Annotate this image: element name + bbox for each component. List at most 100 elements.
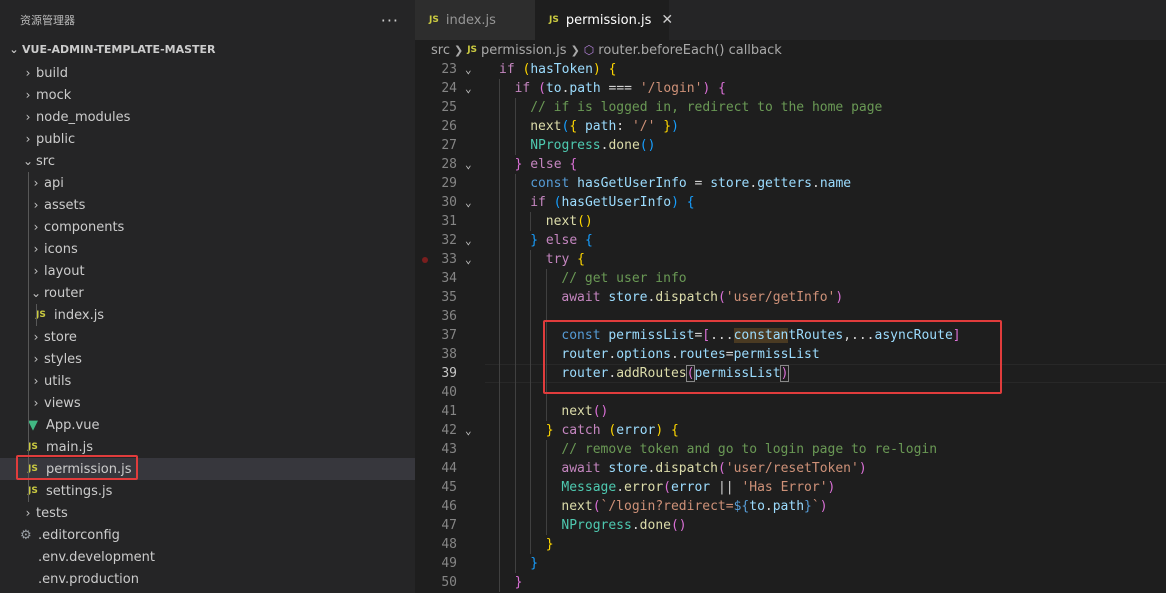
code-line[interactable]: 42 ⌄} catch (error) { (415, 421, 1166, 440)
tab-label: index.js (445, 12, 496, 28)
code-line[interactable]: 49} (415, 554, 1166, 573)
tree-item-label: App.vue (46, 417, 100, 433)
tree-folder-icons[interactable]: › icons (0, 238, 415, 260)
code-line[interactable]: 47 NProgress.done() (415, 516, 1166, 535)
code-line[interactable]: 46 next(`/login?redirect=${to.path}`) (415, 497, 1166, 516)
code-line[interactable]: 26 next({ path: '/' }) (415, 117, 1166, 136)
editor-area: JS index.js JS permission.js ✕ src ❯ JS perm… (415, 0, 1166, 593)
tree-folder-views[interactable]: › views (0, 392, 415, 414)
tab-permission.js[interactable]: JS permission.js ✕ (535, 0, 673, 40)
close-icon[interactable]: ✕ (661, 12, 673, 28)
fold-chevron-icon[interactable]: ⌄ (465, 250, 477, 269)
indent-guide (514, 250, 516, 269)
tree-item-label: api (44, 175, 64, 191)
indent-guide (28, 392, 29, 414)
breadcrumb-src[interactable]: src (431, 43, 450, 58)
fold-chevron-icon[interactable]: ⌄ (465, 421, 477, 440)
code-text: // get user info (561, 271, 687, 286)
tree-folder-layout[interactable]: › layout (0, 260, 415, 282)
indent-guide (530, 326, 532, 345)
tree-folder-router[interactable]: ⌄ router (0, 282, 415, 304)
chevron-right-icon: › (33, 330, 39, 344)
tree-file-.env.development[interactable]: ·.env.development (0, 546, 415, 568)
tree-file-index.js[interactable]: JS index.js (0, 304, 415, 326)
line-number: 27 (441, 138, 457, 153)
code-line[interactable]: 25 // if is logged in, redirect to the ho… (415, 98, 1166, 117)
code-line[interactable]: 28 ⌄} else { (415, 155, 1166, 174)
tree-folder-node_modules[interactable]: › node_modules (0, 106, 415, 128)
tree-file-settings.js[interactable]: JS settings.js (0, 480, 415, 502)
indent-guide (545, 269, 547, 288)
tree-folder-src[interactable]: ⌄ src (0, 150, 415, 172)
code-line[interactable]: 27 NProgress.done() (415, 136, 1166, 155)
highlight-box-code (543, 320, 1002, 394)
tree-folder-assets[interactable]: › assets (0, 194, 415, 216)
tree-folder-styles[interactable]: › styles (0, 348, 415, 370)
code-line[interactable]: 33 ⌄ try { (415, 250, 1166, 269)
code-line[interactable]: 44 await store.dispatch('user/resetToken'… (415, 459, 1166, 478)
indent-guide (514, 326, 516, 345)
fold-chevron-icon[interactable]: ⌄ (465, 60, 477, 79)
chevron-right-icon: › (33, 220, 39, 234)
line-number: 37 (441, 328, 457, 343)
line-number: 45 (441, 480, 457, 495)
code-line[interactable]: 31 next() (415, 212, 1166, 231)
breadcrumb-symbol[interactable]: router.beforeEach() callback (598, 43, 782, 58)
indent-guide (499, 421, 500, 440)
breadcrumb-file[interactable]: permission.js (481, 43, 567, 58)
tree-folder-tests[interactable]: › tests (0, 502, 415, 524)
tree-folder-public[interactable]: › public (0, 128, 415, 150)
workspace-root[interactable]: ⌄ VUE-ADMIN-TEMPLATE-MASTER (0, 40, 415, 58)
code-line[interactable]: 35 await store.dispatch('user/getInfo') (415, 288, 1166, 307)
fold-chevron-icon[interactable]: ⌄ (465, 79, 477, 98)
js-file-icon: JS (467, 45, 478, 55)
fold-chevron-icon[interactable]: ⌄ (465, 231, 477, 250)
line-number: 30 (441, 195, 457, 210)
tree-folder-components[interactable]: › components (0, 216, 415, 238)
tree-folder-api[interactable]: › api (0, 172, 415, 194)
code-line[interactable]: 34 // get user info (415, 269, 1166, 288)
tree-folder-utils[interactable]: › utils (0, 370, 415, 392)
code-line[interactable]: 41 next() (415, 402, 1166, 421)
code-line[interactable]: 29 const hasGetUserInfo = store.getters.n… (415, 174, 1166, 193)
line-number: 26 (441, 119, 457, 134)
code-line[interactable]: 43 // remove token and go to login page t… (415, 440, 1166, 459)
code-text: Message.error(error || 'Has Error') (561, 480, 836, 495)
indent-guide (499, 345, 500, 364)
indent-guide (514, 98, 516, 117)
tree-item-label: store (44, 329, 77, 345)
code-text: next() (561, 404, 609, 419)
indent-guide (499, 307, 500, 326)
code-line[interactable]: 24 ⌄ if (to.path === '/login') { (415, 79, 1166, 98)
tree-file-.editorconfig[interactable]: ⚙ .editorconfig (0, 524, 415, 546)
code-line[interactable]: 32 ⌄} else { (415, 231, 1166, 250)
indent-guide (28, 282, 29, 304)
tree-item-label: main.js (46, 439, 93, 455)
code-line[interactable]: 23 ⌄ if (hasToken) { (415, 60, 1166, 79)
tree-file-App.vue[interactable]: ▼ App.vue (0, 414, 415, 436)
indent-guide (499, 478, 500, 497)
indent-guide (530, 535, 532, 554)
more-actions-icon[interactable]: ··· (381, 11, 399, 30)
tree-folder-mock[interactable]: › mock (0, 84, 415, 106)
indent-guide (28, 480, 29, 502)
code-line[interactable]: 50} (415, 573, 1166, 592)
tree-item-label: views (44, 395, 81, 411)
tree-file-.env.production[interactable]: ·.env.production (0, 568, 415, 590)
indent-guide (514, 345, 516, 364)
tree-folder-store[interactable]: › store (0, 326, 415, 348)
code-line[interactable]: 30 ⌄ if (hasGetUserInfo) { (415, 193, 1166, 212)
indent-guide (499, 459, 500, 478)
tree-item-label: router (44, 285, 84, 301)
indent-guide (499, 79, 500, 98)
code-line[interactable]: 48} (415, 535, 1166, 554)
tree-folder-build[interactable]: › build (0, 62, 415, 84)
explorer-sidebar: 资源管理器 ··· ⌄ VUE-ADMIN-TEMPLATE-MASTER › b… (0, 0, 415, 593)
tab-index.js[interactable]: JS index.js (415, 0, 535, 40)
indent-guide (514, 193, 516, 212)
fold-chevron-icon[interactable]: ⌄ (465, 155, 477, 174)
code-line[interactable]: 45 Message.error(error || 'Has Error') (415, 478, 1166, 497)
indent-guide (499, 231, 500, 250)
fold-chevron-icon[interactable]: ⌄ (465, 193, 477, 212)
chevron-right-icon: ❯ (453, 43, 464, 57)
